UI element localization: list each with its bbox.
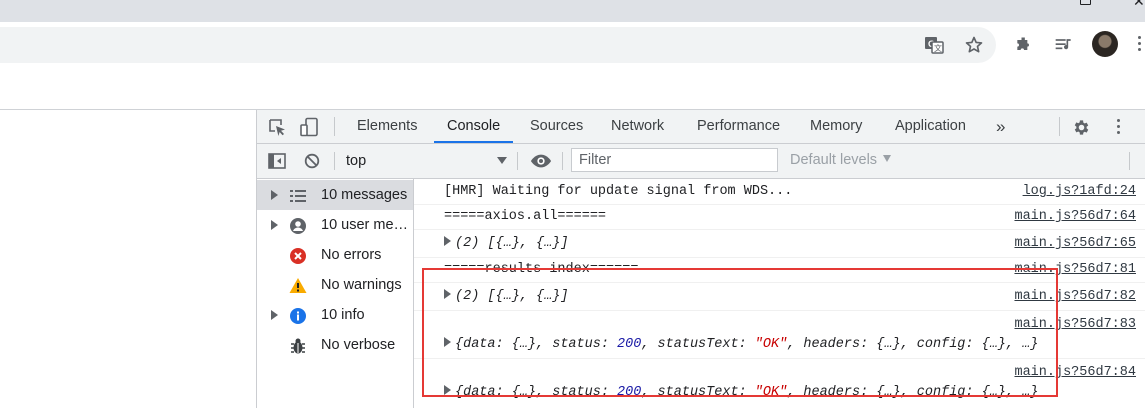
divider — [334, 117, 335, 136]
divider — [334, 152, 335, 170]
sidebar-item-label: 10 messages — [321, 187, 408, 203]
object-value-number: 200 — [617, 337, 642, 352]
tab-console[interactable]: Console — [434, 110, 514, 143]
object-value-number: 200 — [617, 385, 642, 400]
divider — [517, 152, 518, 170]
object-value-string: "OK" — [754, 385, 788, 400]
more-tabs-button[interactable]: » — [983, 110, 1018, 143]
clear-console-icon[interactable] — [300, 149, 324, 173]
tab-application[interactable]: Application — [882, 110, 979, 143]
chevron-down-icon[interactable] — [497, 157, 507, 164]
divider — [562, 152, 563, 170]
tab-strip: ✕ — [0, 0, 1145, 22]
message-text: =====results index====== — [444, 262, 639, 277]
console-message[interactable]: (2) [{…}, {…}] main.js?56d7:82 — [414, 283, 1145, 311]
tab-elements[interactable]: Elements — [344, 110, 430, 143]
console-message[interactable]: main.js?56d7:84 {data: {…}, status: 200,… — [414, 359, 1145, 408]
info-icon — [289, 307, 307, 325]
browser-toolbar: G 文 — [0, 22, 1145, 68]
object-preview: , statusText: — [641, 385, 755, 400]
tab-performance[interactable]: Performance — [684, 110, 793, 143]
console-sidebar: 10 messages 10 user mes... No errors No … — [257, 179, 414, 408]
show-sidebar-icon[interactable] — [265, 149, 289, 173]
object-preview: , statusText: — [641, 337, 755, 352]
message-text: (2) [{…}, {…}] — [455, 236, 569, 251]
expand-arrow-icon[interactable] — [444, 289, 451, 299]
sidebar-item-warnings[interactable]: No warnings — [257, 270, 413, 300]
source-link[interactable]: main.js?56d7:65 — [1014, 236, 1136, 251]
devtools-menu-icon[interactable] — [1117, 119, 1121, 137]
console-message: [HMR] Waiting for update signal from WDS… — [414, 179, 1145, 205]
devtools-panel: Elements Console Sources Network Perform… — [256, 110, 1145, 408]
live-expression-eye-icon[interactable] — [529, 149, 553, 173]
message-text: =====axios.all====== — [444, 209, 607, 224]
object-preview: {data: {…}, status: — [455, 385, 618, 400]
settings-gear-icon[interactable] — [1072, 118, 1091, 142]
devtools-tab-bar: Elements Console Sources Network Perform… — [257, 110, 1145, 144]
sidebar-item-errors[interactable]: No errors — [257, 240, 413, 270]
source-link[interactable]: main.js?56d7:82 — [1014, 289, 1136, 304]
page-area — [0, 68, 1145, 110]
tab-network[interactable]: Network — [598, 110, 677, 143]
expand-arrow-icon[interactable] — [444, 337, 451, 347]
log-levels-label: Default levels — [790, 152, 878, 168]
list-icon — [289, 187, 307, 205]
device-toolbar-icon[interactable] — [297, 115, 321, 139]
sidebar-item-user-messages[interactable]: 10 user mes... — [257, 210, 413, 240]
source-link[interactable]: main.js?56d7:81 — [1014, 262, 1136, 277]
filter-input[interactable] — [571, 148, 778, 172]
source-link[interactable]: main.js?56d7:84 — [1014, 365, 1136, 380]
sidebar-item-label: No verbose — [321, 337, 396, 353]
source-link[interactable]: main.js?56d7:64 — [1014, 209, 1136, 224]
translate-icon[interactable]: G 文 — [922, 33, 946, 57]
user-icon — [289, 217, 307, 235]
object-preview: , headers: {…}, config: {…}, …} — [787, 337, 1039, 352]
console-messages: [HMR] Waiting for update signal from WDS… — [414, 179, 1145, 408]
console-message[interactable]: (2) [{…}, {…}] main.js?56d7:65 — [414, 230, 1145, 258]
object-value-string: "OK" — [754, 337, 788, 352]
sidebar-item-label: 10 info — [321, 307, 365, 323]
console-message[interactable]: main.js?56d7:83 {data: {…}, status: 200,… — [414, 311, 1145, 359]
context-select[interactable]: top — [346, 151, 506, 171]
expand-arrow-icon[interactable] — [444, 236, 451, 246]
close-icon[interactable]: ✕ — [1133, 0, 1145, 10]
extensions-icon[interactable] — [1012, 33, 1036, 57]
error-icon — [289, 247, 307, 265]
address-bar[interactable] — [0, 27, 996, 63]
object-preview: , headers: {…}, config: {…}, …} — [787, 385, 1039, 400]
warning-icon — [289, 277, 307, 295]
chrome-menu-icon[interactable] — [1138, 36, 1142, 54]
svg-text:文: 文 — [934, 43, 942, 53]
sidebar-item-label: No warnings — [321, 277, 402, 293]
bookmark-star-icon[interactable] — [962, 33, 986, 57]
media-queue-icon[interactable] — [1052, 33, 1076, 57]
profile-avatar[interactable] — [1092, 31, 1118, 57]
console-toolbar: top Default levels — [257, 144, 1145, 179]
console-message: =====axios.all====== main.js?56d7:64 — [414, 205, 1145, 230]
message-text: (2) [{…}, {…}] — [455, 289, 569, 304]
sidebar-item-verbose[interactable]: No verbose — [257, 330, 413, 360]
bug-icon — [289, 337, 307, 355]
divider — [1059, 117, 1060, 136]
console-message: =====results index====== main.js?56d7:81 — [414, 258, 1145, 283]
inspect-element-icon[interactable] — [265, 115, 289, 139]
message-text: [HMR] Waiting for update signal from WDS… — [444, 184, 793, 199]
tab-sources[interactable]: Sources — [517, 110, 596, 143]
restore-icon[interactable] — [1080, 0, 1091, 5]
tab-memory[interactable]: Memory — [797, 110, 875, 143]
expand-arrow-icon[interactable] — [444, 385, 451, 395]
chevron-down-icon — [883, 154, 892, 162]
expand-arrow-icon[interactable] — [271, 220, 278, 230]
sidebar-item-messages[interactable]: 10 messages — [257, 180, 413, 210]
object-preview: {data: {…}, status: — [455, 337, 618, 352]
source-link[interactable]: main.js?56d7:83 — [1014, 317, 1136, 332]
sidebar-item-label: 10 user mes... — [321, 217, 411, 233]
sidebar-item-label: No errors — [321, 247, 382, 263]
expand-arrow-icon[interactable] — [271, 190, 278, 200]
source-link[interactable]: log.js?1afd:24 — [1023, 184, 1136, 199]
sidebar-item-info[interactable]: 10 info — [257, 300, 413, 330]
divider — [1129, 152, 1130, 170]
log-levels-dropdown[interactable]: Default levels — [790, 152, 892, 168]
expand-arrow-icon[interactable] — [271, 310, 278, 320]
